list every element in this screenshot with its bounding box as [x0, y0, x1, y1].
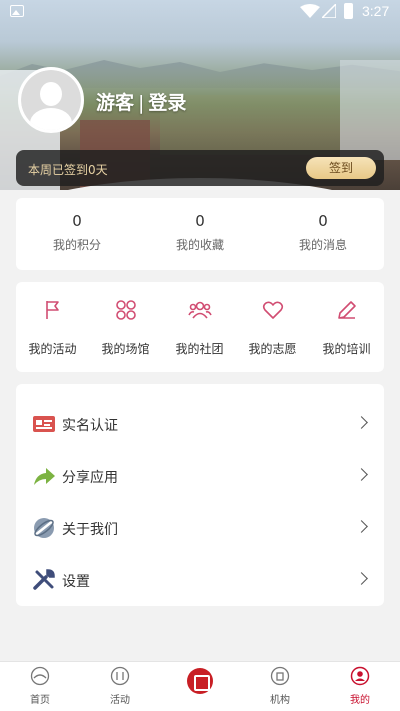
building-shape: [340, 60, 400, 160]
group-icon: [187, 301, 212, 319]
menu-item-about[interactable]: 关于我们: [16, 502, 384, 554]
quick-item-training[interactable]: 我的培训: [310, 298, 383, 357]
menu-item-label: 实名认证: [62, 418, 118, 434]
menu-item-label: 分享应用: [62, 470, 118, 486]
stat-points[interactable]: 0 我的积分: [16, 212, 138, 253]
quick-item-label: 我的活动: [28, 342, 77, 356]
signin-bar: 本周已签到0天 签到: [16, 150, 384, 186]
bottom-nav: 首页 活动 机构 我的: [0, 661, 400, 711]
institution-icon: [270, 666, 290, 686]
venue-icon: [115, 300, 136, 320]
gallery-icon: [10, 5, 24, 17]
activity-icon: [110, 666, 130, 686]
quick-item-activities[interactable]: 我的活动: [16, 298, 89, 357]
menu-item-label: 设置: [62, 574, 90, 590]
nav-profile[interactable]: 我的: [320, 666, 400, 706]
nav-home[interactable]: 首页: [0, 666, 80, 706]
menu-item-label: 关于我们: [62, 522, 118, 538]
profile-icon: [350, 666, 370, 686]
tools-icon: [33, 569, 55, 590]
nav-label: 活动: [110, 695, 130, 706]
status-time: 3:27: [362, 3, 390, 19]
avatar[interactable]: [18, 67, 84, 133]
id-card-icon: [33, 416, 55, 432]
quick-item-venues[interactable]: 我的场馆: [89, 298, 162, 357]
pencil-icon: [337, 301, 356, 319]
stat-favorites[interactable]: 0 我的收藏: [139, 212, 261, 253]
stat-value: 0: [318, 212, 328, 230]
quick-item-volunteer[interactable]: 我的志愿: [236, 298, 309, 357]
nav-label: 我的: [350, 695, 370, 706]
signal-icon: [322, 4, 336, 18]
stat-label: 我的消息: [298, 238, 347, 252]
chevron-right-icon: [355, 416, 368, 429]
chevron-right-icon: [355, 468, 368, 481]
stat-value: 0: [195, 212, 205, 230]
city-shape: [160, 95, 340, 155]
center-app-icon[interactable]: [187, 668, 213, 694]
avatar-placeholder-icon: [21, 70, 81, 130]
stat-value: 0: [72, 212, 82, 230]
menu-item-real-name[interactable]: 实名认证: [16, 398, 384, 450]
login-area: 游客 | 登录: [96, 88, 186, 115]
about-icon: [33, 518, 55, 538]
menu-item-share[interactable]: 分享应用: [16, 450, 384, 502]
guest-label: 游客: [96, 92, 135, 114]
login-link[interactable]: 登录: [148, 92, 186, 114]
quick-item-clubs[interactable]: 我的社团: [163, 298, 236, 357]
nav-label: 首页: [30, 695, 50, 706]
home-icon: [30, 666, 50, 686]
quick-item-label: 我的场馆: [101, 342, 150, 356]
quick-item-label: 我的培训: [322, 342, 371, 356]
chevron-right-icon: [355, 572, 368, 585]
nav-activities[interactable]: 活动: [80, 666, 160, 706]
menu-card: 实名认证 分享应用 关于我们 设置: [16, 384, 384, 606]
chevron-right-icon: [355, 520, 368, 533]
login-separator: |: [138, 92, 145, 114]
quick-actions-card: 我的活动 我的场馆 我的社团 我的志愿 我的培训: [16, 282, 384, 372]
status-bar: 3:27: [0, 0, 400, 24]
nav-institutions[interactable]: 机构: [240, 666, 320, 706]
battery-icon: [344, 3, 353, 19]
flag-icon: [45, 301, 59, 319]
stat-label: 我的收藏: [175, 238, 224, 252]
heart-icon: [262, 301, 283, 319]
stat-label: 我的积分: [52, 238, 101, 252]
signin-button[interactable]: 签到: [306, 157, 376, 179]
signin-status-text: 本周已签到0天: [28, 163, 108, 177]
stat-messages[interactable]: 0 我的消息: [262, 212, 384, 253]
nav-label: 机构: [270, 695, 290, 706]
menu-item-settings[interactable]: 设置: [16, 554, 384, 606]
quick-item-label: 我的社团: [175, 342, 224, 356]
share-icon: [34, 468, 55, 485]
quick-item-label: 我的志愿: [248, 342, 297, 356]
wifi-icon: [300, 4, 320, 18]
stats-card: 0 我的积分 0 我的收藏 0 我的消息: [16, 198, 384, 270]
